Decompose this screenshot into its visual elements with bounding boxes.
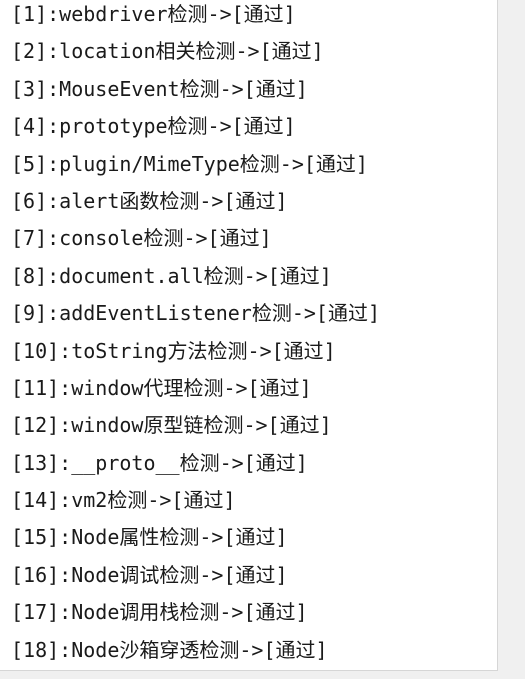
detection-results-list: [1]:webdriver检测->[通过] [2]:location相关检测->… xyxy=(11,0,380,669)
result-line-18: [18]:Node沙箱穿透检测->[通过] xyxy=(11,637,328,662)
result-line-17: [17]:Node调用栈检测->[通过] xyxy=(11,600,308,625)
result-line-5: [5]:plugin/MimeType检测->[通过] xyxy=(11,151,368,176)
result-line-4: [4]:prototype检测->[通过] xyxy=(11,114,296,139)
result-line-14: [14]:vm2检测->[通过] xyxy=(11,488,236,513)
result-line-8: [8]:document.all检测->[通过] xyxy=(11,263,332,288)
result-line-7: [7]:console检测->[通过] xyxy=(11,226,272,251)
result-line-16: [16]:Node调试检测->[通过] xyxy=(11,562,288,587)
detection-results-panel: [1]:webdriver检测->[通过] [2]:location相关检测->… xyxy=(0,0,498,671)
result-line-6: [6]:alert函数检测->[通过] xyxy=(11,188,288,213)
result-line-15: [15]:Node属性检测->[通过] xyxy=(11,525,288,550)
result-line-12: [12]:window原型链检测->[通过] xyxy=(11,413,332,438)
result-line-9: [9]:addEventListener检测->[通过] xyxy=(11,301,380,326)
result-line-1: [1]:webdriver检测->[通过] xyxy=(11,2,296,26)
result-line-3: [3]:MouseEvent检测->[通过] xyxy=(11,76,308,101)
result-line-2: [2]:location相关检测->[通过] xyxy=(11,39,324,64)
result-line-11: [11]:window代理检测->[通过] xyxy=(11,375,312,400)
result-line-13: [13]:__proto__检测->[通过] xyxy=(11,450,308,475)
result-line-10: [10]:toString方法检测->[通过] xyxy=(11,338,336,363)
